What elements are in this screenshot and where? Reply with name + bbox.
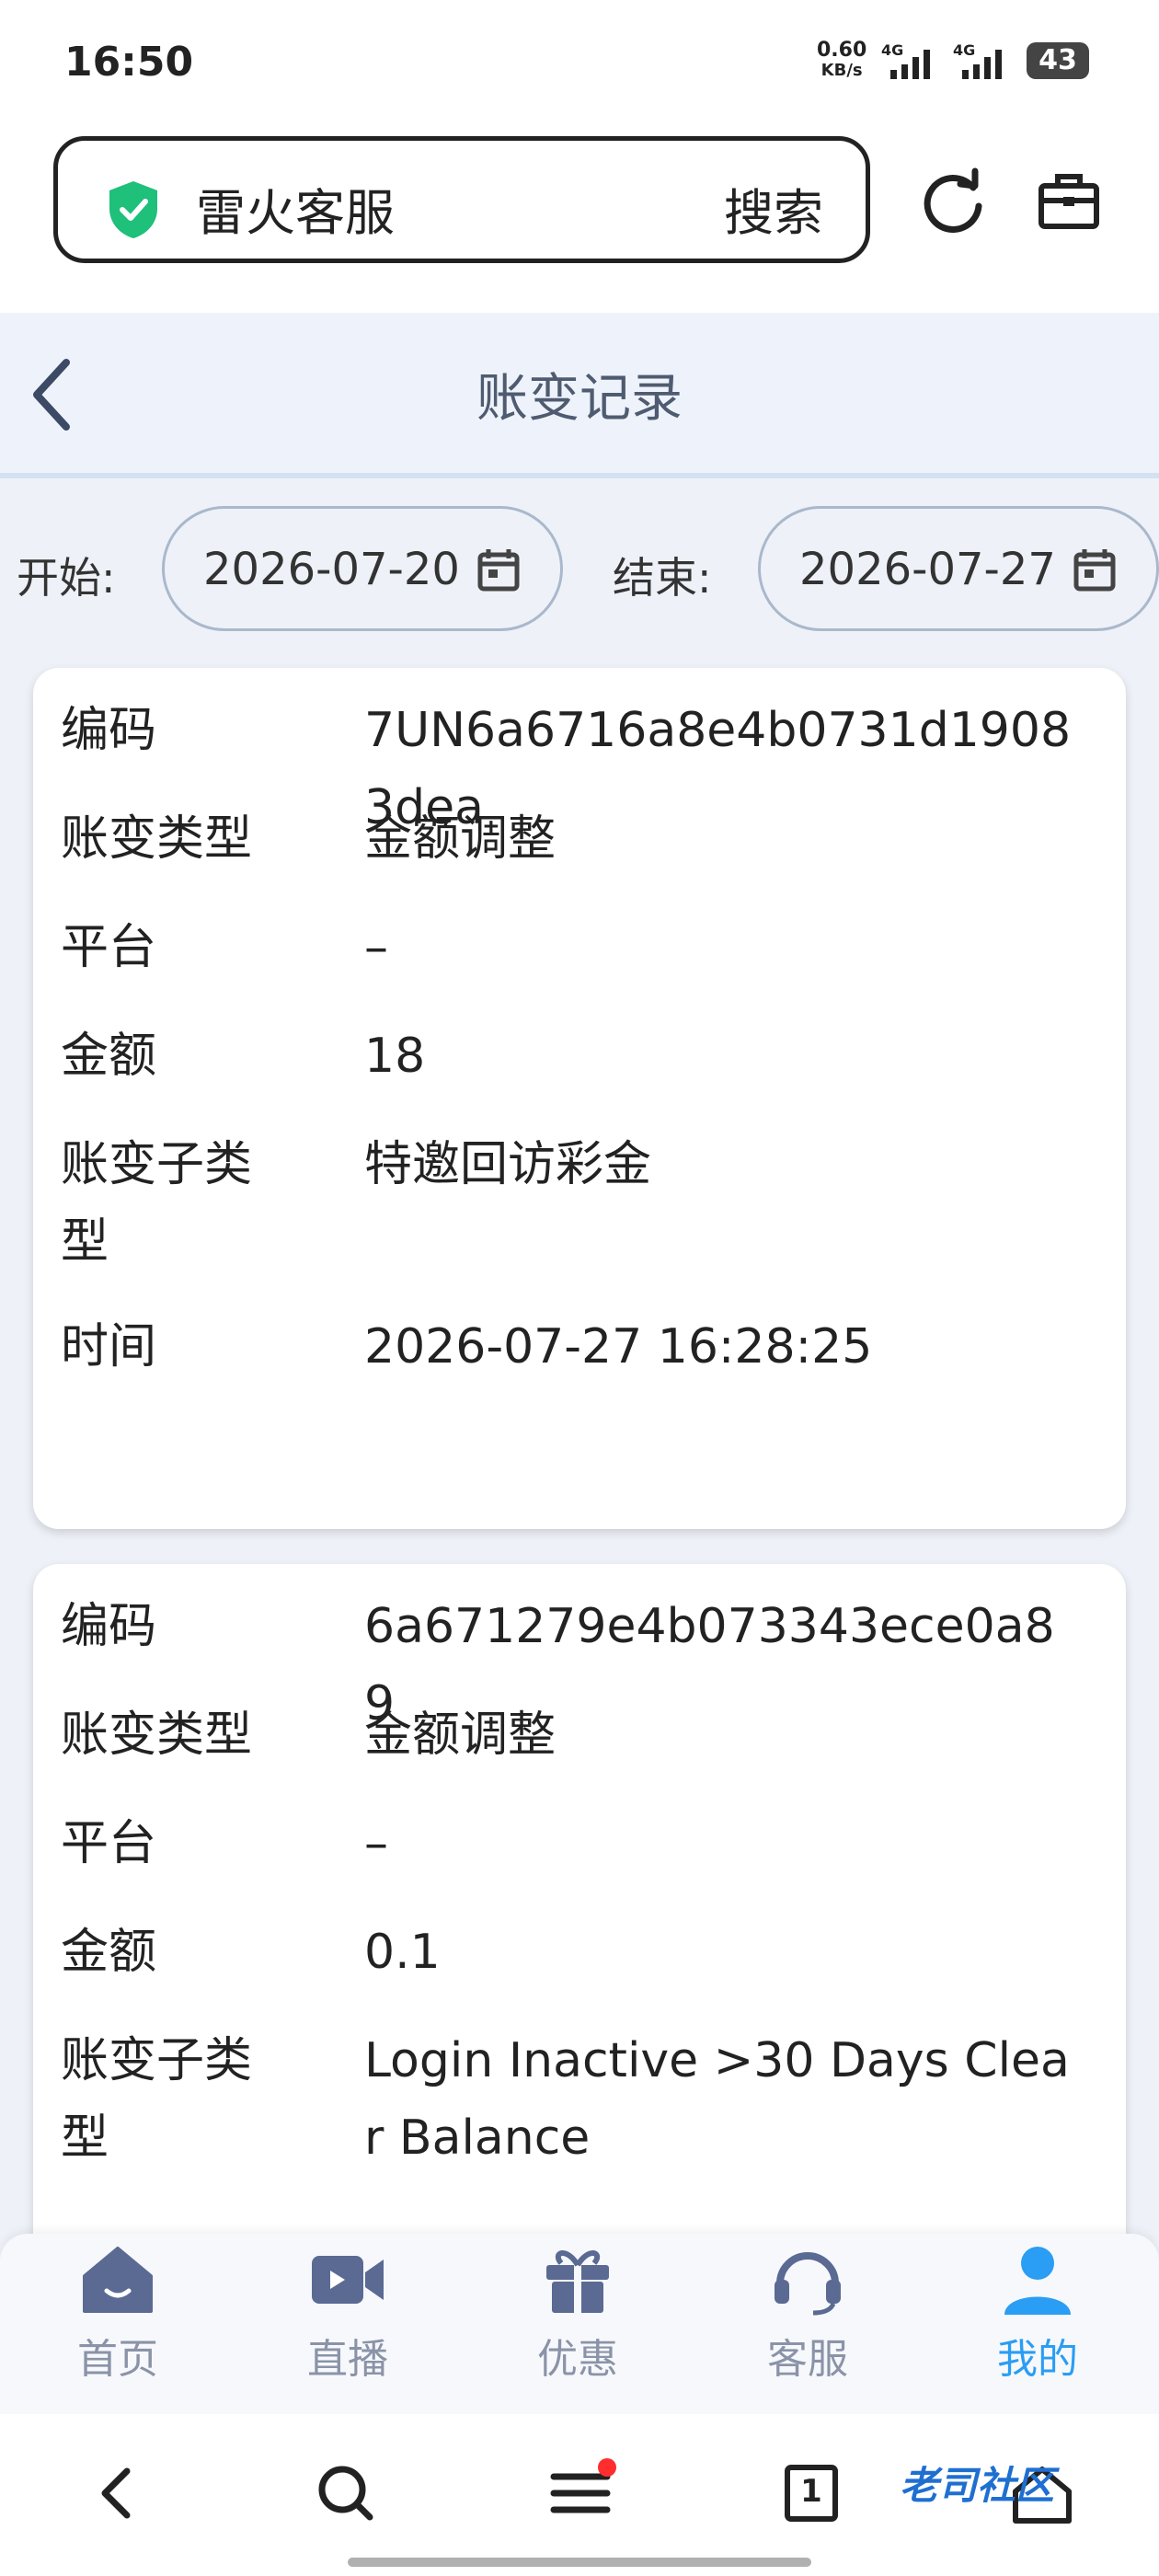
record-row: 账变子类型 Login Inactive >30 Days Clear Bala…	[33, 2022, 1126, 2177]
record-row: 编码 7UN6a6716a8e4b0731d19083dea	[33, 692, 1126, 835]
tab-home[interactable]: 首页	[26, 2243, 210, 2385]
tab-label: 优惠	[537, 2336, 618, 2383]
record-row: 平台 –	[33, 1805, 1126, 1882]
headset-icon	[771, 2252, 844, 2320]
field-value: –	[364, 920, 388, 975]
field-label: 账变类型	[61, 1708, 253, 1763]
field-label: 平台	[61, 1816, 157, 1871]
menu-icon[interactable]	[550, 2458, 618, 2526]
tabs-icon[interactable]: 1	[784, 2464, 839, 2526]
start-date-value: 2026-07-20	[203, 544, 460, 595]
signal-icon: 4G	[953, 41, 1017, 86]
browser-toolbar: 雷火客服 搜索	[0, 129, 1159, 313]
start-label: 开始:	[17, 553, 116, 603]
field-label: 平台	[61, 920, 157, 975]
status-bar: 16:50 0.60 KB/s 4G 4G 43	[0, 0, 1159, 129]
end-label: 结束:	[613, 553, 712, 603]
gesture-bar[interactable]	[348, 2558, 811, 2567]
record-row: 编码 6a671279e4b073343ece0a89	[33, 1588, 1126, 1731]
field-value: 6a671279e4b073343ece0a89	[364, 1599, 1055, 1731]
bottom-tab-bar: 首页 直播 优惠 客服 我的	[0, 2234, 1159, 2414]
field-label: 账变子类型	[61, 1137, 253, 1270]
battery-icon: 43	[1027, 42, 1089, 79]
field-label: 账变类型	[61, 811, 253, 867]
user-icon	[1001, 2247, 1074, 2320]
tab-support[interactable]: 客服	[716, 2243, 900, 2385]
field-value: 金额调整	[364, 1708, 557, 1763]
field-label: 金额	[61, 1029, 157, 1084]
field-value: Login Inactive >30 Days Clear Balance	[364, 2033, 1070, 2166]
toolbox-icon[interactable]	[1036, 169, 1102, 239]
search-button[interactable]: 搜索	[724, 172, 823, 245]
tab-label: 首页	[77, 2336, 158, 2383]
record-row: 账变类型 金额调整	[33, 800, 1126, 878]
calendar-icon[interactable]	[477, 547, 520, 595]
video-icon	[308, 2256, 387, 2320]
field-value: –	[364, 1816, 388, 1871]
watermark-logo: 老司社区	[900, 2463, 1055, 2508]
record-card: 编码 7UN6a6716a8e4b0731d19083dea 账变类型 金额调整…	[33, 668, 1126, 1529]
search-icon[interactable]	[316, 2464, 375, 2526]
status-time: 16:50	[64, 39, 194, 86]
tab-live[interactable]: 直播	[256, 2243, 440, 2385]
net-speed: 0.60 KB/s	[817, 39, 867, 81]
record-row: 时间 2026-07-27 16:28:25	[33, 1308, 1126, 1386]
shield-check-icon	[106, 179, 161, 244]
record-row: 账变类型 金额调整	[33, 1696, 1126, 1774]
svg-text:4G: 4G	[881, 42, 903, 59]
svg-text:4G: 4G	[953, 42, 975, 59]
page-header: 账变记录	[0, 313, 1159, 478]
start-date-input[interactable]: 2026-07-20	[162, 506, 563, 631]
tab-promotions[interactable]: 优惠	[486, 2243, 670, 2385]
end-date-input[interactable]: 2026-07-27	[758, 506, 1159, 631]
calendar-icon[interactable]	[1073, 547, 1116, 595]
field-value: 特邀回访彩金	[364, 1137, 652, 1192]
gift-icon	[541, 2250, 614, 2320]
end-date-value: 2026-07-27	[799, 544, 1056, 595]
reload-icon[interactable]	[916, 166, 990, 243]
field-label: 编码	[61, 703, 157, 758]
record-row: 账变子类型 特邀回访彩金	[33, 1126, 1126, 1281]
tab-label: 客服	[767, 2336, 848, 2383]
date-filter: 开始: 2026-07-20 结束: 2026-07-27	[0, 497, 1159, 635]
page-title: 账变记录	[476, 369, 683, 429]
field-label: 账变子类型	[61, 2033, 253, 2166]
field-label: 编码	[61, 1599, 157, 1654]
record-row: 金额 18	[33, 1018, 1126, 1095]
tab-mine[interactable]: 我的	[946, 2243, 1130, 2385]
tab-count: 1	[800, 2473, 822, 2510]
address-bar[interactable]: 雷火客服 搜索	[53, 136, 870, 263]
field-value: 0.1	[364, 1925, 441, 1980]
back-icon[interactable]	[94, 2464, 140, 2526]
field-label: 时间	[61, 1319, 157, 1374]
field-value: 2026-07-27 16:28:25	[364, 1319, 873, 1374]
signal-icon: 4G	[881, 41, 946, 86]
field-value: 金额调整	[364, 811, 557, 867]
tab-label: 直播	[307, 2336, 388, 2383]
record-row: 平台 –	[33, 909, 1126, 986]
url-text: 雷火客服	[196, 184, 395, 242]
field-value: 18	[364, 1029, 426, 1084]
field-value: 7UN6a6716a8e4b0731d19083dea	[364, 703, 1072, 835]
tab-label: 我的	[997, 2336, 1078, 2383]
record-card: 编码 6a671279e4b073343ece0a89 账变类型 金额调整 平台…	[33, 1564, 1126, 2263]
home-icon	[81, 2247, 155, 2320]
system-navigation: 1 老司社区	[0, 2414, 1159, 2576]
field-label: 金额	[61, 1925, 157, 1980]
record-row: 金额 0.1	[33, 1914, 1126, 1991]
